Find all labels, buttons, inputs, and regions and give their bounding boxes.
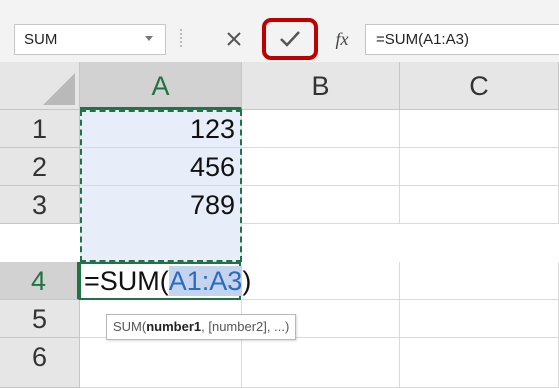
- cell-c3[interactable]: [400, 186, 559, 224]
- name-box-value: SUM: [24, 31, 58, 48]
- cell-a2[interactable]: 456: [80, 148, 242, 186]
- enter-button[interactable]: [262, 18, 318, 60]
- cell-b2[interactable]: [242, 148, 400, 186]
- function-tooltip[interactable]: SUM(number1, [number2], ...): [106, 314, 297, 340]
- cell-c2[interactable]: [400, 148, 559, 186]
- formula-text: =SUM(A1:A3): [376, 31, 469, 48]
- tooltip-arg1: number1: [146, 319, 202, 334]
- cell-c6[interactable]: [400, 338, 559, 388]
- row-header-1[interactable]: 1: [0, 110, 80, 148]
- tooltip-rest: , [number2], ...): [201, 319, 290, 334]
- cell-a3[interactable]: 789: [80, 186, 242, 262]
- tooltip-func: SUM(: [113, 319, 147, 334]
- column-header-c[interactable]: C: [400, 62, 559, 110]
- range-reference: A1:A3: [168, 266, 243, 296]
- select-all-corner[interactable]: [0, 62, 80, 110]
- cell-c4[interactable]: [400, 262, 559, 300]
- grip-handle[interactable]: [180, 29, 182, 49]
- formula-bar: SUM fx =SUM(A1:A3): [0, 0, 559, 63]
- row-header-4[interactable]: 4: [0, 262, 80, 300]
- column-header-b[interactable]: B: [242, 62, 400, 110]
- formula-input[interactable]: =SUM(A1:A3): [365, 24, 559, 55]
- edit-prefix: =SUM(: [84, 266, 169, 296]
- column-header-a[interactable]: A: [80, 62, 242, 110]
- edit-suffix: ): [242, 266, 252, 296]
- cell-a1[interactable]: 123: [80, 110, 242, 148]
- x-icon: [227, 32, 241, 46]
- row-header-2[interactable]: 2: [0, 148, 80, 186]
- cell-b4[interactable]: [242, 262, 400, 300]
- cell-b1[interactable]: [242, 110, 400, 148]
- spreadsheet-grid: A B C 1 123 2 456 3 789 4 5 6 =SUM(A1:A3…: [0, 62, 559, 388]
- chevron-down-icon[interactable]: [145, 36, 153, 41]
- cell-editor[interactable]: =SUM(A1:A3): [84, 264, 251, 298]
- name-box[interactable]: SUM: [14, 24, 166, 55]
- cancel-button[interactable]: [214, 21, 254, 57]
- row-header-6[interactable]: 6: [0, 338, 80, 388]
- cell-c1[interactable]: [400, 110, 559, 148]
- cell-b6[interactable]: [242, 338, 400, 388]
- insert-function-button[interactable]: fx: [324, 21, 360, 57]
- cell-c5[interactable]: [400, 300, 559, 338]
- row-header-3[interactable]: 3: [0, 186, 80, 224]
- fx-icon: fx: [335, 28, 349, 49]
- checkmark-icon: [280, 31, 300, 47]
- row-header-5[interactable]: 5: [0, 300, 80, 338]
- cell-b3[interactable]: [242, 186, 400, 224]
- cell-a6[interactable]: [80, 338, 242, 388]
